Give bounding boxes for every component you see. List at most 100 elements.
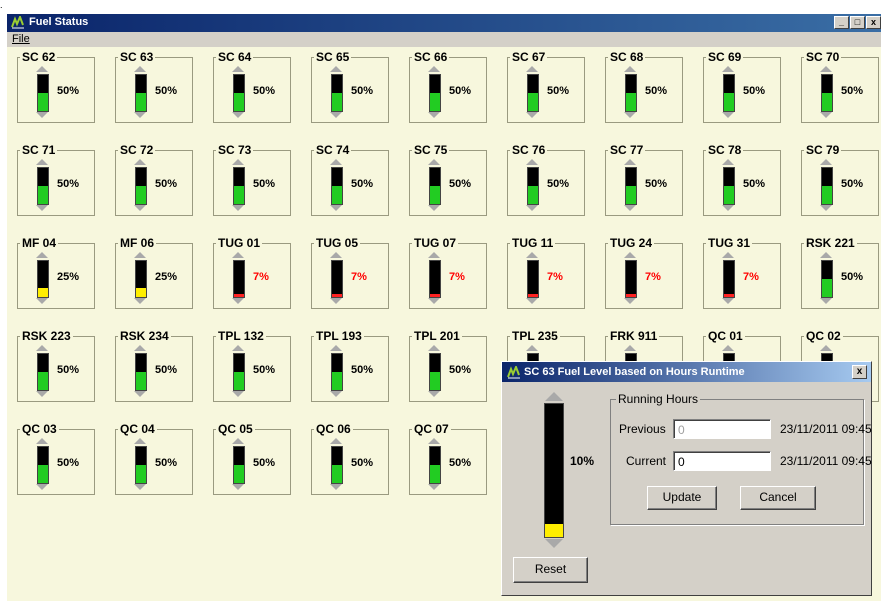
- up-arrow-icon[interactable]: [330, 159, 342, 165]
- fuel-gauge-tile[interactable]: SC 78 50%: [703, 142, 781, 216]
- down-arrow-icon[interactable]: [330, 391, 342, 397]
- down-arrow-icon[interactable]: [36, 112, 48, 118]
- fuel-gauge-tile[interactable]: SC 64 50%: [213, 49, 291, 123]
- fuel-gauge-tile[interactable]: QC 04 50%: [115, 421, 193, 495]
- down-arrow-icon[interactable]: [820, 112, 832, 118]
- down-arrow-icon[interactable]: [428, 391, 440, 397]
- down-arrow-icon[interactable]: [624, 112, 636, 118]
- down-arrow-icon[interactable]: [134, 205, 146, 211]
- up-arrow-icon[interactable]: [820, 66, 832, 72]
- down-arrow-icon[interactable]: [232, 391, 244, 397]
- fuel-gauge-tile[interactable]: SC 79 50%: [801, 142, 879, 216]
- down-arrow-icon[interactable]: [232, 298, 244, 304]
- down-arrow-icon[interactable]: [624, 205, 636, 211]
- down-arrow-icon[interactable]: [722, 205, 734, 211]
- down-arrow-icon[interactable]: [134, 391, 146, 397]
- fuel-gauge-tile[interactable]: SC 70 50%: [801, 49, 879, 123]
- up-arrow-icon[interactable]: [428, 438, 440, 444]
- up-arrow-icon[interactable]: [624, 345, 636, 351]
- up-arrow-icon[interactable]: [526, 159, 538, 165]
- up-arrow-icon[interactable]: [36, 252, 48, 258]
- up-arrow-icon[interactable]: [526, 66, 538, 72]
- down-arrow-icon[interactable]: [428, 484, 440, 490]
- fuel-gauge-tile[interactable]: MF 04 25%: [17, 235, 95, 309]
- fuel-gauge-tile[interactable]: SC 68 50%: [605, 49, 683, 123]
- up-arrow-icon[interactable]: [232, 252, 244, 258]
- up-arrow-icon[interactable]: [624, 66, 636, 72]
- fuel-gauge-tile[interactable]: SC 73 50%: [213, 142, 291, 216]
- fuel-gauge-tile[interactable]: MF 06 25%: [115, 235, 193, 309]
- down-arrow-icon[interactable]: [820, 298, 832, 304]
- fuel-gauge-tile[interactable]: QC 03 50%: [17, 421, 95, 495]
- down-arrow-icon[interactable]: [526, 112, 538, 118]
- fuel-gauge-tile[interactable]: TUG 01 7%: [213, 235, 291, 309]
- down-arrow-icon[interactable]: [428, 112, 440, 118]
- fuel-gauge-tile[interactable]: QC 06 50%: [311, 421, 389, 495]
- down-arrow-icon[interactable]: [36, 391, 48, 397]
- up-arrow-icon[interactable]: [36, 159, 48, 165]
- down-arrow-icon[interactable]: [232, 205, 244, 211]
- previous-hours-field[interactable]: 0: [673, 419, 771, 439]
- up-arrow-icon[interactable]: [232, 159, 244, 165]
- up-arrow-icon[interactable]: [36, 438, 48, 444]
- up-arrow-icon[interactable]: [134, 252, 146, 258]
- fuel-gauge-tile[interactable]: TPL 193 50%: [311, 328, 389, 402]
- fuel-gauge-tile[interactable]: RSK 221 50%: [801, 235, 879, 309]
- up-arrow-icon[interactable]: [526, 252, 538, 258]
- fuel-gauge-tile[interactable]: SC 66 50%: [409, 49, 487, 123]
- up-arrow-icon[interactable]: [722, 252, 734, 258]
- up-arrow-icon[interactable]: [134, 345, 146, 351]
- level-up-arrow-icon[interactable]: [545, 392, 563, 401]
- dialog-close-button[interactable]: x: [852, 365, 867, 379]
- cancel-button[interactable]: Cancel: [740, 486, 816, 510]
- up-arrow-icon[interactable]: [722, 159, 734, 165]
- down-arrow-icon[interactable]: [526, 205, 538, 211]
- fuel-gauge-tile[interactable]: SC 65 50%: [311, 49, 389, 123]
- fuel-gauge-tile[interactable]: SC 69 50%: [703, 49, 781, 123]
- up-arrow-icon[interactable]: [330, 438, 342, 444]
- up-arrow-icon[interactable]: [820, 345, 832, 351]
- down-arrow-icon[interactable]: [330, 484, 342, 490]
- fuel-gauge-tile[interactable]: SC 71 50%: [17, 142, 95, 216]
- down-arrow-icon[interactable]: [134, 298, 146, 304]
- fuel-gauge-tile[interactable]: SC 74 50%: [311, 142, 389, 216]
- close-button[interactable]: x: [866, 16, 881, 29]
- fuel-gauge-tile[interactable]: RSK 234 50%: [115, 328, 193, 402]
- up-arrow-icon[interactable]: [722, 66, 734, 72]
- down-arrow-icon[interactable]: [232, 112, 244, 118]
- down-arrow-icon[interactable]: [526, 298, 538, 304]
- up-arrow-icon[interactable]: [134, 66, 146, 72]
- fuel-gauge-tile[interactable]: TPL 132 50%: [213, 328, 291, 402]
- down-arrow-icon[interactable]: [330, 298, 342, 304]
- up-arrow-icon[interactable]: [428, 345, 440, 351]
- up-arrow-icon[interactable]: [428, 252, 440, 258]
- fuel-gauge-tile[interactable]: SC 67 50%: [507, 49, 585, 123]
- fuel-gauge-tile[interactable]: QC 05 50%: [213, 421, 291, 495]
- down-arrow-icon[interactable]: [36, 298, 48, 304]
- up-arrow-icon[interactable]: [820, 159, 832, 165]
- up-arrow-icon[interactable]: [428, 66, 440, 72]
- up-arrow-icon[interactable]: [330, 252, 342, 258]
- fuel-gauge-tile[interactable]: SC 75 50%: [409, 142, 487, 216]
- up-arrow-icon[interactable]: [134, 159, 146, 165]
- up-arrow-icon[interactable]: [624, 159, 636, 165]
- down-arrow-icon[interactable]: [722, 112, 734, 118]
- fuel-gauge-tile[interactable]: TPL 201 50%: [409, 328, 487, 402]
- minimize-button[interactable]: _: [834, 16, 849, 29]
- up-arrow-icon[interactable]: [526, 345, 538, 351]
- fuel-gauge-tile[interactable]: RSK 223 50%: [17, 328, 95, 402]
- down-arrow-icon[interactable]: [428, 205, 440, 211]
- up-arrow-icon[interactable]: [722, 345, 734, 351]
- down-arrow-icon[interactable]: [134, 484, 146, 490]
- title-bar[interactable]: Fuel Status _ □ x: [7, 14, 881, 32]
- level-down-arrow-icon[interactable]: [545, 539, 563, 548]
- down-arrow-icon[interactable]: [428, 298, 440, 304]
- down-arrow-icon[interactable]: [624, 298, 636, 304]
- dialog-title-bar[interactable]: SC 63 Fuel Level based on Hours Runtime …: [502, 362, 871, 382]
- fuel-gauge-tile[interactable]: SC 77 50%: [605, 142, 683, 216]
- down-arrow-icon[interactable]: [722, 298, 734, 304]
- fuel-gauge-tile[interactable]: SC 72 50%: [115, 142, 193, 216]
- up-arrow-icon[interactable]: [36, 345, 48, 351]
- down-arrow-icon[interactable]: [232, 484, 244, 490]
- fuel-gauge-tile[interactable]: QC 07 50%: [409, 421, 487, 495]
